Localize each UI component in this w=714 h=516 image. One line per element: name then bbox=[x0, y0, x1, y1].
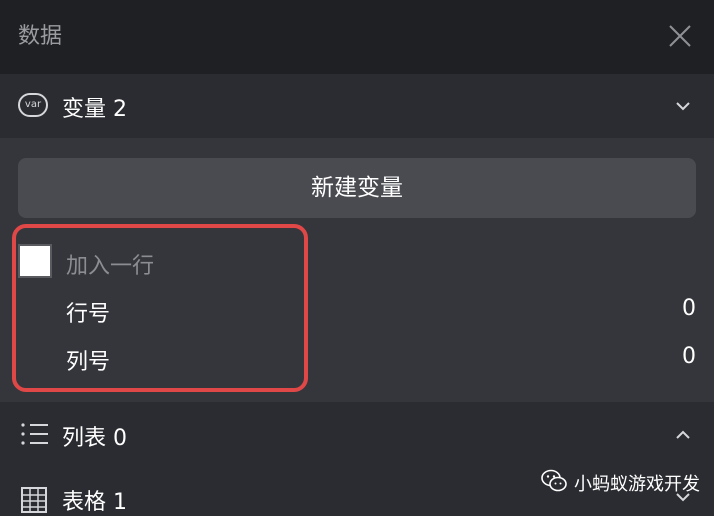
column-number-label: 列号 bbox=[66, 350, 111, 375]
variables-panel: 新建变量 加入一行 行号 0 列号 0 bbox=[0, 138, 714, 402]
row-number-label: 行号 bbox=[66, 302, 111, 327]
add-row-label: 加入一行 bbox=[66, 254, 155, 279]
chevron-up-icon[interactable] bbox=[672, 424, 694, 446]
variable-icon: var bbox=[18, 93, 48, 117]
lists-section-label: 列表 0 bbox=[62, 426, 127, 451]
watermark-text: 小蚂蚁游戏开发 bbox=[574, 474, 700, 495]
highlight-box bbox=[12, 224, 308, 392]
lists-section-header[interactable]: 列表 0 bbox=[0, 402, 714, 466]
chevron-down-icon[interactable] bbox=[672, 95, 694, 117]
wechat-icon bbox=[541, 469, 567, 492]
variables-section-label: 变量 2 bbox=[62, 97, 127, 122]
column-number-value[interactable]: 0 bbox=[682, 344, 696, 369]
add-row-checkbox[interactable] bbox=[18, 244, 52, 278]
tables-section-label: 表格 1 bbox=[62, 490, 127, 515]
close-icon bbox=[669, 25, 691, 47]
new-variable-button[interactable]: 新建变量 bbox=[18, 158, 696, 218]
panel-header: 数据 bbox=[0, 0, 714, 74]
list-icon bbox=[21, 423, 48, 445]
panel-title: 数据 bbox=[18, 24, 63, 49]
variables-section-header[interactable]: var 变量 2 bbox=[0, 74, 714, 138]
row-number-value[interactable]: 0 bbox=[682, 296, 696, 321]
close-button[interactable] bbox=[664, 20, 696, 52]
table-icon bbox=[21, 487, 47, 513]
